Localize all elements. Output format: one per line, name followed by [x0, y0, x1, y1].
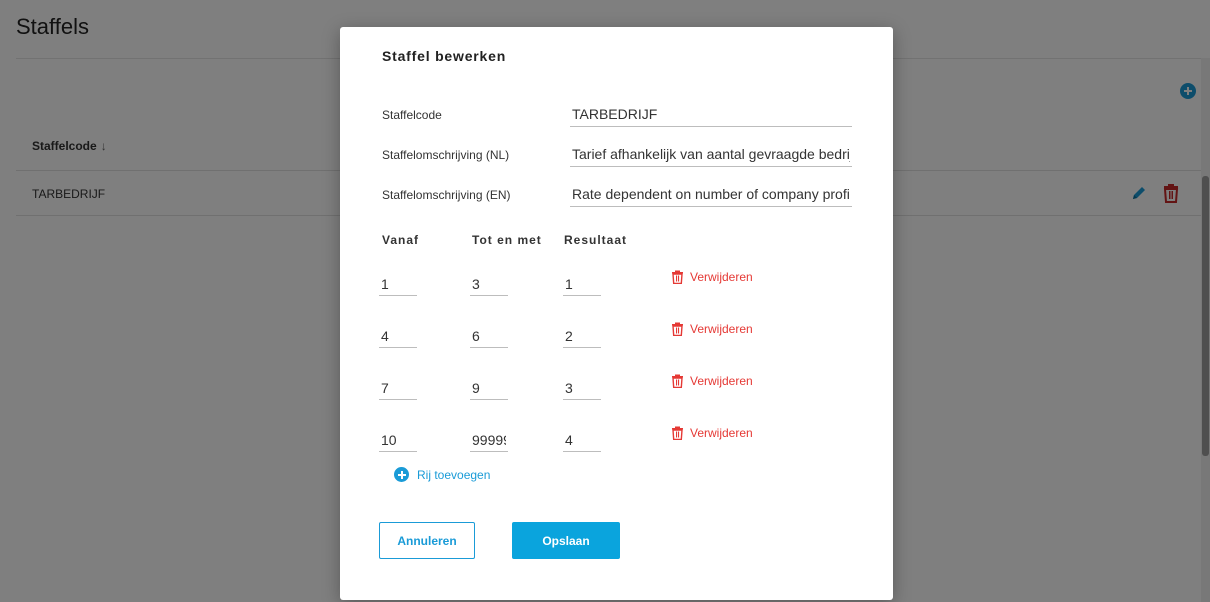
cancel-button[interactable]: Annuleren	[379, 522, 475, 559]
add-row-button[interactable]: Rij toevoegen	[394, 467, 490, 482]
remove-label: Verwijderen	[690, 426, 753, 440]
trash-icon	[672, 322, 683, 336]
trash-icon	[672, 374, 683, 388]
edit-staffel-dialog: Staffel bewerken Staffelcode Staffelomsc…	[340, 27, 893, 600]
column-header-resultaat: Resultaat	[564, 233, 628, 247]
desc-en-input[interactable]	[570, 181, 852, 207]
desc-en-label: Staffelomschrijving (EN)	[382, 188, 511, 202]
staffelcode-input[interactable]	[570, 101, 852, 127]
trash-icon	[672, 426, 683, 440]
add-row-label: Rij toevoegen	[417, 467, 491, 482]
remove-label: Verwijderen	[690, 270, 753, 284]
column-header-tot-en-met: Tot en met	[472, 233, 542, 247]
staffelcode-label: Staffelcode	[382, 108, 442, 122]
row-3-remove-button[interactable]: Verwijderen	[671, 374, 753, 388]
row-1-to-input[interactable]	[470, 272, 508, 296]
save-button[interactable]: Opslaan	[512, 522, 620, 559]
plus-circle-icon	[394, 467, 409, 482]
row-2-from-input[interactable]	[379, 324, 417, 348]
row-3-result-input[interactable]	[563, 376, 601, 400]
row-3-to-input[interactable]	[470, 376, 508, 400]
row-2-remove-button[interactable]: Verwijderen	[671, 322, 753, 336]
remove-label: Verwijderen	[690, 322, 753, 336]
row-2-result-input[interactable]	[563, 324, 601, 348]
column-header-vanaf: Vanaf	[382, 233, 420, 247]
remove-label: Verwijderen	[690, 374, 753, 388]
row-4-from-input[interactable]	[379, 428, 417, 452]
row-2-to-input[interactable]	[470, 324, 508, 348]
row-4-result-input[interactable]	[563, 428, 601, 452]
row-1-remove-button[interactable]: Verwijderen	[671, 270, 753, 284]
trash-icon	[672, 270, 683, 284]
row-1-from-input[interactable]	[379, 272, 417, 296]
row-3-from-input[interactable]	[379, 376, 417, 400]
desc-nl-input[interactable]	[570, 141, 852, 167]
row-1-result-input[interactable]	[563, 272, 601, 296]
desc-nl-label: Staffelomschrijving (NL)	[382, 148, 510, 162]
row-4-remove-button[interactable]: Verwijderen	[671, 426, 753, 440]
row-4-to-input[interactable]	[470, 428, 508, 452]
dialog-title: Staffel bewerken	[382, 48, 507, 64]
